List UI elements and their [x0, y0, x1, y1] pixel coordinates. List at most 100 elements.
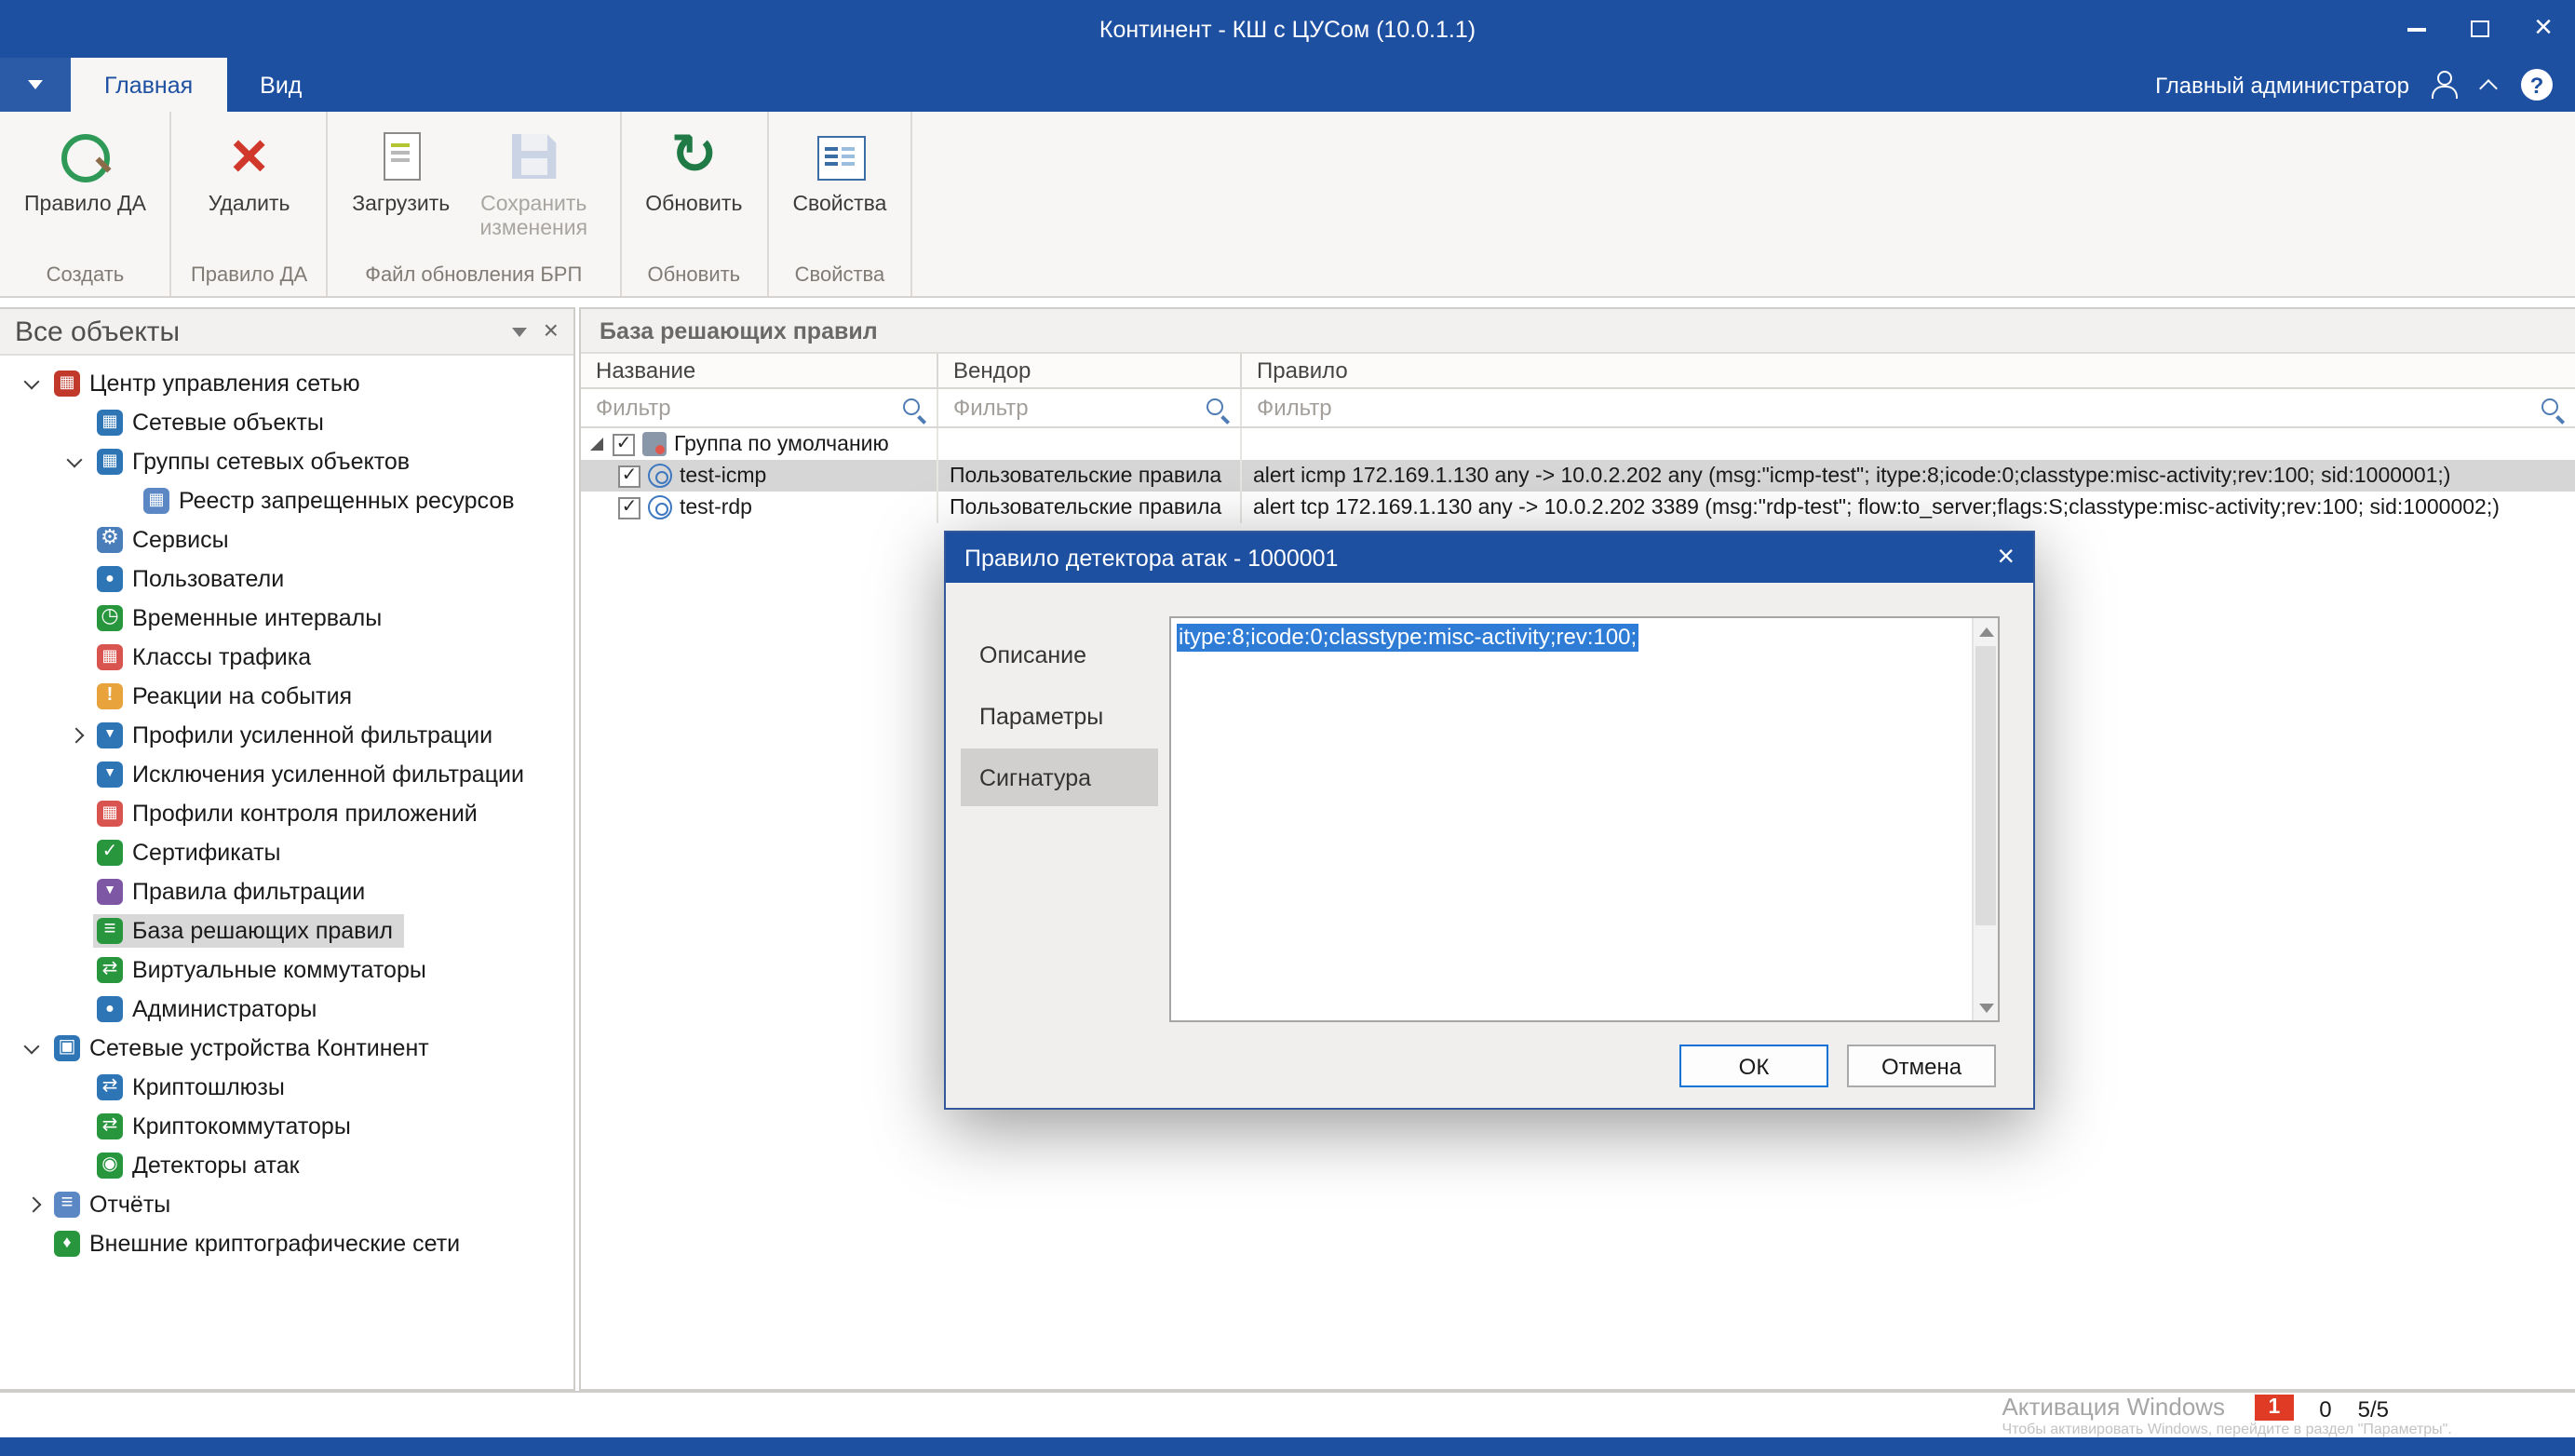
ribbon-button[interactable]: Правило ДА	[15, 123, 155, 223]
tree-expander-icon[interactable]	[112, 489, 134, 511]
tree-item[interactable]: Реестр запрещенных ресурсов	[0, 480, 573, 519]
tree-item-body: Правила фильтрации	[93, 874, 376, 908]
row-checkbox[interactable]	[613, 433, 635, 455]
tree-item[interactable]: Сервисы	[0, 519, 573, 559]
tree-item[interactable]: Отчёты	[0, 1184, 573, 1223]
tree-expander-icon[interactable]	[65, 997, 88, 1019]
tree-item[interactable]: Виртуальные коммутаторы	[0, 950, 573, 989]
filter-vendor-input[interactable]: Фильтр	[938, 389, 1242, 426]
ribbon-button[interactable]: Свойства	[783, 123, 896, 223]
tree-expander-icon[interactable]	[65, 411, 88, 433]
table-row[interactable]: Группа по умолчанию	[581, 428, 2575, 460]
tree-expander-icon[interactable]	[65, 958, 88, 980]
search-icon[interactable]	[1205, 397, 1231, 423]
sidebar-dropdown-icon[interactable]	[512, 327, 527, 336]
tree-expander-icon[interactable]	[65, 1153, 88, 1176]
tree-expander-icon[interactable]	[65, 450, 88, 472]
column-header-name[interactable]: Название	[581, 354, 938, 387]
tree-expander-icon[interactable]	[65, 528, 88, 550]
tree-expander-icon[interactable]	[65, 567, 88, 589]
ribbon-button[interactable]: Загрузить	[343, 123, 459, 223]
help-button[interactable]: ?	[2521, 69, 2553, 101]
ribbon-button[interactable]: Обновить	[636, 123, 751, 223]
ribbon-tab[interactable]: Главная	[71, 58, 226, 112]
tree-expander-icon[interactable]	[65, 684, 88, 707]
sidebar-close-icon[interactable]	[544, 315, 559, 348]
rule-group-icon	[642, 432, 667, 456]
tree-expander-icon[interactable]	[65, 880, 88, 902]
dialog-tab[interactable]: Сигнатура	[961, 748, 1158, 806]
maximize-button[interactable]	[2448, 0, 2512, 58]
tree-expander-icon[interactable]	[65, 1075, 88, 1098]
ribbon-tab[interactable]: Вид	[226, 58, 335, 112]
table-row[interactable]: test-rdp Пользовательские правила alert …	[581, 492, 2575, 523]
tree-item[interactable]: Правила фильтрации	[0, 871, 573, 910]
tree-expander-icon[interactable]	[65, 802, 88, 824]
tree-item[interactable]: Профили контроля приложений	[0, 793, 573, 832]
row-checkbox[interactable]	[618, 465, 640, 487]
row-expander-icon[interactable]	[588, 437, 605, 452]
tree-expander-icon[interactable]	[65, 723, 88, 746]
table-row[interactable]: test-icmp Пользовательские правила alert…	[581, 460, 2575, 492]
name-cell: Группа по умолчанию	[581, 428, 938, 460]
signature-textarea[interactable]: itype:8;icode:0;classtype:misc-activity;…	[1169, 616, 2000, 1022]
ok-button[interactable]: ОК	[1679, 1045, 1828, 1087]
tree-expander-icon[interactable]	[65, 841, 88, 863]
tree-expander-icon[interactable]	[65, 762, 88, 785]
tree-item[interactable]: Криптошлюзы	[0, 1067, 573, 1106]
close-button[interactable]	[2512, 0, 2575, 58]
filter-name-input[interactable]: Фильтр	[581, 389, 938, 426]
tree-item[interactable]: Временные интервалы	[0, 598, 573, 637]
minimize-button[interactable]	[2385, 0, 2448, 58]
ribbon-button[interactable]: Удалить	[199, 123, 300, 223]
row-name-label: test-icmp	[680, 465, 766, 487]
dialog-tab[interactable]: Описание	[961, 626, 1158, 683]
person-icon[interactable]	[2430, 71, 2458, 99]
tree-item[interactable]: Пользователи	[0, 559, 573, 598]
cancel-button[interactable]: Отмена	[1847, 1045, 1996, 1087]
vertical-scrollbar[interactable]	[1972, 618, 1998, 1020]
dialog-tab[interactable]: Параметры	[961, 687, 1158, 745]
tree-item[interactable]: Сетевые устройства Континент	[0, 1028, 573, 1067]
tree-expander-icon[interactable]	[22, 371, 45, 394]
main-panel-title: База решающих правил	[581, 309, 2575, 354]
tree-expander-icon[interactable]	[65, 919, 88, 941]
ribbon-button[interactable]: Сохранить изменения	[463, 123, 604, 249]
tree-item[interactable]: Исключения усиленной фильтрации	[0, 754, 573, 793]
tree-item[interactable]: Сетевые объекты	[0, 402, 573, 441]
tree-item[interactable]: Внешние криптографические сети	[0, 1223, 573, 1262]
tree-item[interactable]: Профили усиленной фильтрации	[0, 715, 573, 754]
tree-expander-icon[interactable]	[22, 1232, 45, 1254]
tree-item[interactable]: Детекторы атак	[0, 1145, 573, 1184]
traffic-classes-icon	[97, 643, 123, 669]
tree-item[interactable]: Классы трафика	[0, 637, 573, 676]
column-header-vendor[interactable]: Вендор	[938, 354, 1242, 387]
tree-expander-icon[interactable]	[22, 1036, 45, 1058]
search-icon[interactable]	[901, 397, 927, 423]
app-menu-button[interactable]	[0, 58, 71, 112]
tree-expander-icon[interactable]	[65, 606, 88, 628]
tree-item[interactable]: Сертификаты	[0, 832, 573, 871]
tree-item-body: Сетевые объекты	[93, 405, 335, 438]
tree-expander-icon[interactable]	[22, 1193, 45, 1215]
tree-item-body: Исключения усиленной фильтрации	[93, 757, 535, 790]
search-icon[interactable]	[2540, 397, 2566, 423]
scroll-up-arrow[interactable]	[1974, 618, 1998, 644]
scrollbar-thumb[interactable]	[1975, 646, 1996, 925]
ribbon-group: Удалить Правило ДА	[172, 112, 328, 296]
tree-item[interactable]: Администраторы	[0, 989, 573, 1028]
column-header-rule[interactable]: Правило	[1242, 354, 2575, 387]
ribbon-collapse-button[interactable]	[2478, 75, 2501, 94]
row-checkbox[interactable]	[618, 496, 640, 519]
tree-item[interactable]: Реакции на события	[0, 676, 573, 715]
dialog-close-button[interactable]	[1997, 541, 2015, 574]
tree-item[interactable]: База решающих правил	[0, 910, 573, 950]
tree-expander-icon[interactable]	[65, 645, 88, 667]
scroll-down-arrow[interactable]	[1974, 994, 1998, 1020]
filter-rule-input[interactable]: Фильтр	[1242, 389, 2575, 426]
tree-item[interactable]: Группы сетевых объектов	[0, 441, 573, 480]
tree-item[interactable]: Центр управления сетью	[0, 363, 573, 402]
tree-item-label: Центр управления сетью	[89, 370, 360, 396]
tree-expander-icon[interactable]	[65, 1114, 88, 1137]
tree-item[interactable]: Криптокоммутаторы	[0, 1106, 573, 1145]
